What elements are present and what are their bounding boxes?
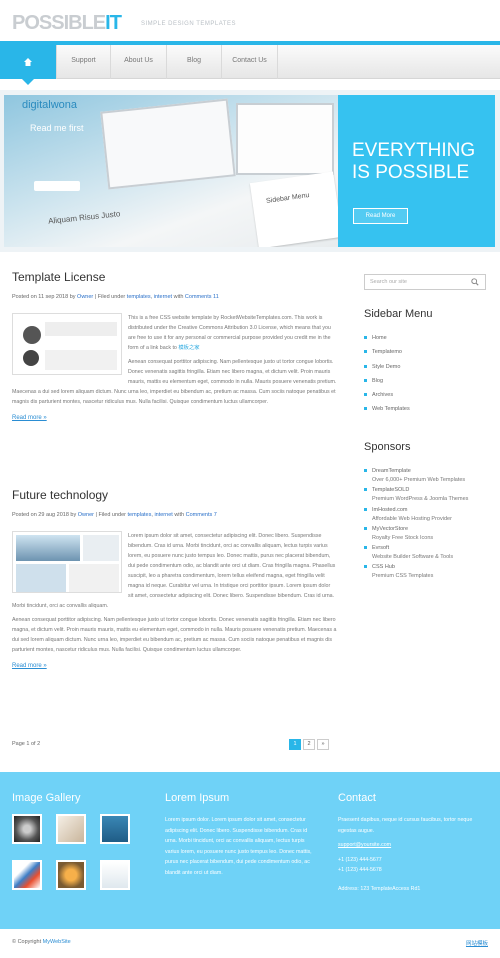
hero-title: EVERYTHING IS POSSIBLE (352, 140, 476, 183)
sponsor-item[interactable]: TemplateSOLD Premium WordPress & Joomla T… (364, 485, 494, 504)
header: POSSIBLEIT SIMPLE DESIGN TEMPLATES (0, 0, 500, 45)
category-link[interactable]: internet (154, 512, 172, 518)
post-thumbnail[interactable] (12, 531, 122, 593)
gallery-thumb[interactable] (56, 814, 86, 844)
nav-support[interactable]: Support (57, 45, 111, 79)
gallery-thumb[interactable] (12, 860, 42, 890)
sponsor-item[interactable]: CSS Hub Premium CSS Templates (364, 562, 494, 581)
page-1-button[interactable]: 1 (289, 739, 301, 750)
hero-image: digitalwona Read me first Sidebar Menu A… (4, 95, 338, 247)
gallery-thumb[interactable] (12, 814, 42, 844)
read-more-link[interactable]: Read more » (12, 415, 337, 421)
nav-home[interactable] (0, 45, 57, 85)
search-field[interactable]: Search our site (364, 274, 486, 290)
hero-img-screen (100, 98, 236, 190)
credit-link[interactable]: 模板之家 (178, 345, 199, 351)
comments-link[interactable]: Comments 11 (185, 294, 219, 300)
gallery-thumb[interactable] (56, 860, 86, 890)
comments-link[interactable]: Comments 7 (186, 512, 217, 518)
post-body: Lorem ipsum dolor sit amet, consectetur … (12, 531, 337, 653)
hero-img-button (34, 181, 80, 191)
contact-title: Contact (338, 792, 376, 804)
sidebar-menu-title: Sidebar Menu (364, 308, 433, 320)
sponsor-item[interactable]: DreamTemplate Over 6,000+ Premium Web Tem… (364, 466, 494, 485)
footer: Image Gallery Lorem Ipsum Lorem ipsum do… (0, 772, 500, 929)
site-logo[interactable]: POSSIBLEIT (12, 12, 122, 35)
sponsor-item[interactable]: MyVectorStore Royalty Free Stock Icons (364, 524, 494, 543)
hero-img-readme: Read me first (30, 123, 84, 133)
post-title[interactable]: Template License (12, 270, 337, 284)
hero-img-page (249, 171, 338, 247)
lorem-text: Lorem ipsum dolor. Lorem ipsum dolor sit… (165, 817, 312, 876)
category-link[interactable]: templates (127, 294, 151, 300)
search-icon[interactable] (471, 278, 479, 286)
gallery-title: Image Gallery (12, 792, 81, 804)
sidebar-item-blog[interactable]: Blog (364, 376, 494, 390)
sidebar-item-archives[interactable]: Archives (364, 390, 494, 404)
sidebar-item-templatemo[interactable]: Templatemo (364, 347, 494, 361)
post-meta: Posted on 29 aug 2018 by Owner | Filed u… (12, 512, 217, 518)
bottom-bar: © Copyright MyWebSite 网站模板 (0, 929, 500, 958)
gallery-thumb[interactable] (100, 860, 130, 890)
page-indicator: Page 1 of 2 (12, 741, 41, 747)
category-link[interactable]: templates (128, 512, 152, 518)
post-2: Future technology Posted on 29 aug 2018 … (12, 488, 337, 669)
hero-img-brand: digitalwona (22, 99, 78, 111)
post-title[interactable]: Future technology (12, 488, 337, 502)
nav-contact-us[interactable]: Contact Us (222, 45, 278, 79)
post-meta: Posted on 11 sep 2018 by Owner | Filed u… (12, 294, 219, 300)
next-page-button[interactable]: » (317, 739, 329, 750)
nav-about-us[interactable]: About Us (111, 45, 167, 79)
sponsors-list: DreamTemplate Over 6,000+ Premium Web Tem… (364, 466, 494, 582)
category-link[interactable]: internet (154, 294, 172, 300)
hero-read-more-button[interactable]: Read More (353, 208, 408, 224)
template-link[interactable]: 网站模板 (466, 939, 488, 947)
sponsor-item[interactable]: Evrsoft Website Builder Software & Tools (364, 543, 494, 562)
sidebar-item-home[interactable]: Home (364, 333, 494, 347)
site-tagline: SIMPLE DESIGN TEMPLATES (141, 21, 236, 27)
copyright: © Copyright MyWebSite (12, 939, 71, 945)
post-1: Template License Posted on 11 sep 2018 b… (12, 270, 337, 421)
sponsors-title: Sponsors (364, 441, 411, 453)
owner-link[interactable]: MyWebSite (43, 939, 71, 945)
gallery-thumb[interactable] (100, 814, 130, 844)
sidebar-item-style-demo[interactable]: Style Demo (364, 362, 494, 376)
hero-img-screen-secondary (236, 103, 334, 175)
post-author-link[interactable]: Owner (77, 294, 93, 300)
hero-img-caption: Aliquam Risus Justo (47, 209, 121, 226)
sidebar-menu: Home Templatemo Style Demo Blog Archives… (364, 333, 494, 419)
hero-panel: EVERYTHING IS POSSIBLE Read More (338, 95, 495, 247)
post-thumbnail[interactable] (12, 313, 122, 375)
page-2-button[interactable]: 2 (303, 739, 315, 750)
sponsor-item[interactable]: ImHosted.com Affordable Web Hosting Provi… (364, 505, 494, 524)
search-placeholder: Search our site (370, 279, 407, 285)
sidebar-item-web-templates[interactable]: Web Templates (364, 404, 494, 418)
pagination: 1 2» (287, 739, 329, 750)
contact-block: Praesent dapibus, neque id cursus faucib… (338, 817, 473, 892)
post-author-link[interactable]: Owner (78, 512, 94, 518)
post-body: This is a free CSS website template by R… (12, 313, 337, 405)
read-more-link[interactable]: Read more » (12, 663, 337, 669)
home-icon (24, 58, 32, 66)
nav-blog[interactable]: Blog (167, 45, 222, 79)
main-nav: Support About Us Blog Contact Us (0, 45, 500, 85)
lorem-title: Lorem Ipsum (165, 792, 230, 804)
hero-banner: digitalwona Read me first Sidebar Menu A… (0, 90, 500, 252)
contact-email-link[interactable]: support@yoursite.com (338, 842, 391, 848)
